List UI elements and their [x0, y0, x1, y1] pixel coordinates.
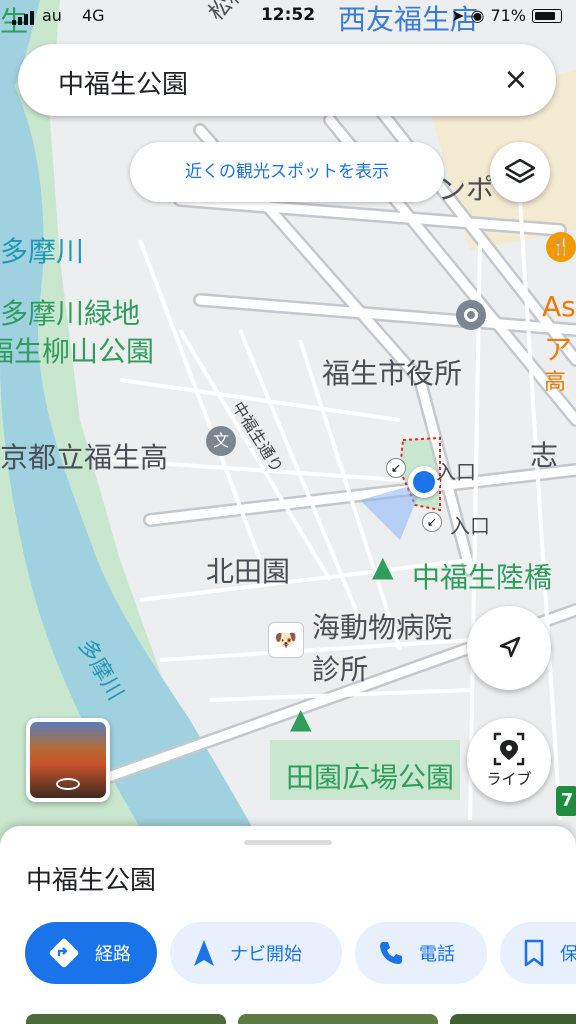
map-label-a: ア: [544, 333, 573, 366]
photo-thumbnail[interactable]: [238, 1014, 438, 1024]
map-label-entrance-2: 入口: [450, 514, 490, 538]
street-view-thumbnail[interactable]: [26, 718, 110, 802]
layers-button[interactable]: [490, 142, 550, 202]
navigation-arrow-icon: [499, 636, 521, 658]
directions-label: 経路: [95, 944, 131, 965]
map-label-tama-ryokuchi: 多摩川緑地: [0, 297, 141, 330]
call-label: 電話: [419, 944, 455, 965]
park-tree-icon[interactable]: ▲: [372, 550, 394, 583]
school-pin-icon[interactable]: 文: [206, 426, 236, 456]
photo-thumbnail[interactable]: [450, 1014, 576, 1024]
battery-percent: 71%: [490, 6, 526, 25]
map-label-high-school: 京都立福生高: [0, 441, 169, 474]
entrance-arrow-icon-2: ↙: [422, 512, 442, 532]
search-bar[interactable]: 中福生公園 ×: [18, 44, 556, 116]
status-bar: au 4G 12:52 ➤ ◉ 71%: [0, 0, 576, 34]
search-query[interactable]: 中福生公園: [58, 64, 188, 101]
landmark-pin-icon[interactable]: [456, 300, 486, 330]
save-button[interactable]: 保: [500, 922, 576, 984]
sheet-drag-handle[interactable]: [244, 840, 332, 845]
live-view-button[interactable]: ライブ: [467, 718, 551, 802]
lock-rotation-icon: ◉: [470, 6, 485, 25]
place-title: 中福生公園: [26, 866, 157, 896]
nearby-spots-chip[interactable]: 近くの観光スポットを表示: [130, 142, 444, 202]
map-label-as: As: [542, 290, 576, 323]
map-label-entrance-1: 入口: [436, 460, 476, 484]
map-label-shi: 志: [530, 439, 559, 472]
location-arrow-icon: ➤: [451, 6, 465, 25]
directions-button[interactable]: 経路: [25, 922, 157, 984]
street-view-photo: [30, 722, 106, 798]
photo-thumbnail[interactable]: [26, 1014, 226, 1024]
close-icon[interactable]: ×: [498, 62, 534, 98]
navigation-icon: [194, 940, 214, 966]
map-label-hospital-1: 海動物病院: [312, 611, 453, 644]
live-view-icon: [493, 732, 525, 766]
map-label-park-rikkyo: 中福生陸橋: [412, 561, 553, 594]
map-label-hospital-2: 診所: [312, 653, 369, 686]
restaurant-pin-icon[interactable]: 🍴: [546, 232, 576, 262]
action-buttons: 経路 ナビ開始 電話 保: [25, 922, 576, 984]
layers-icon: [504, 158, 536, 184]
directions-icon: [49, 938, 79, 968]
vet-logo-icon[interactable]: 🐶: [268, 622, 304, 658]
status-right: ➤ ◉ 71%: [451, 6, 562, 25]
live-label: ライブ: [486, 770, 532, 788]
battery-icon: [532, 8, 562, 23]
photo-strip[interactable]: [26, 1014, 576, 1024]
rotate-360-icon: [56, 778, 80, 790]
map-label-tama-river: 多摩川: [0, 235, 85, 268]
call-button[interactable]: 電話: [355, 922, 487, 984]
map-label-kou: 高: [544, 370, 567, 395]
map-label-denen: 田園広場公園: [286, 761, 455, 794]
entrance-arrow-icon: ↙: [386, 458, 406, 478]
map-label-yanagiyama: 福生柳山公園: [0, 335, 155, 368]
map-label-city-hall: 福生市役所: [322, 357, 463, 390]
save-label: 保: [560, 944, 576, 965]
park-tree-icon-2[interactable]: ▲: [290, 702, 312, 735]
bookmark-icon: [524, 939, 544, 967]
my-location-button[interactable]: [467, 606, 551, 690]
place-bottom-sheet[interactable]: 中福生公園 経路 ナビ開始 電話 保: [0, 826, 576, 1024]
start-navigation-button[interactable]: ナビ開始: [170, 922, 342, 984]
route-badge: 7: [556, 786, 576, 816]
phone-icon: [380, 942, 402, 964]
map-label-po: ンポ: [438, 173, 495, 206]
map-label-kitadaen: 北田園: [206, 555, 291, 588]
start-navigation-label: ナビ開始: [230, 944, 302, 965]
